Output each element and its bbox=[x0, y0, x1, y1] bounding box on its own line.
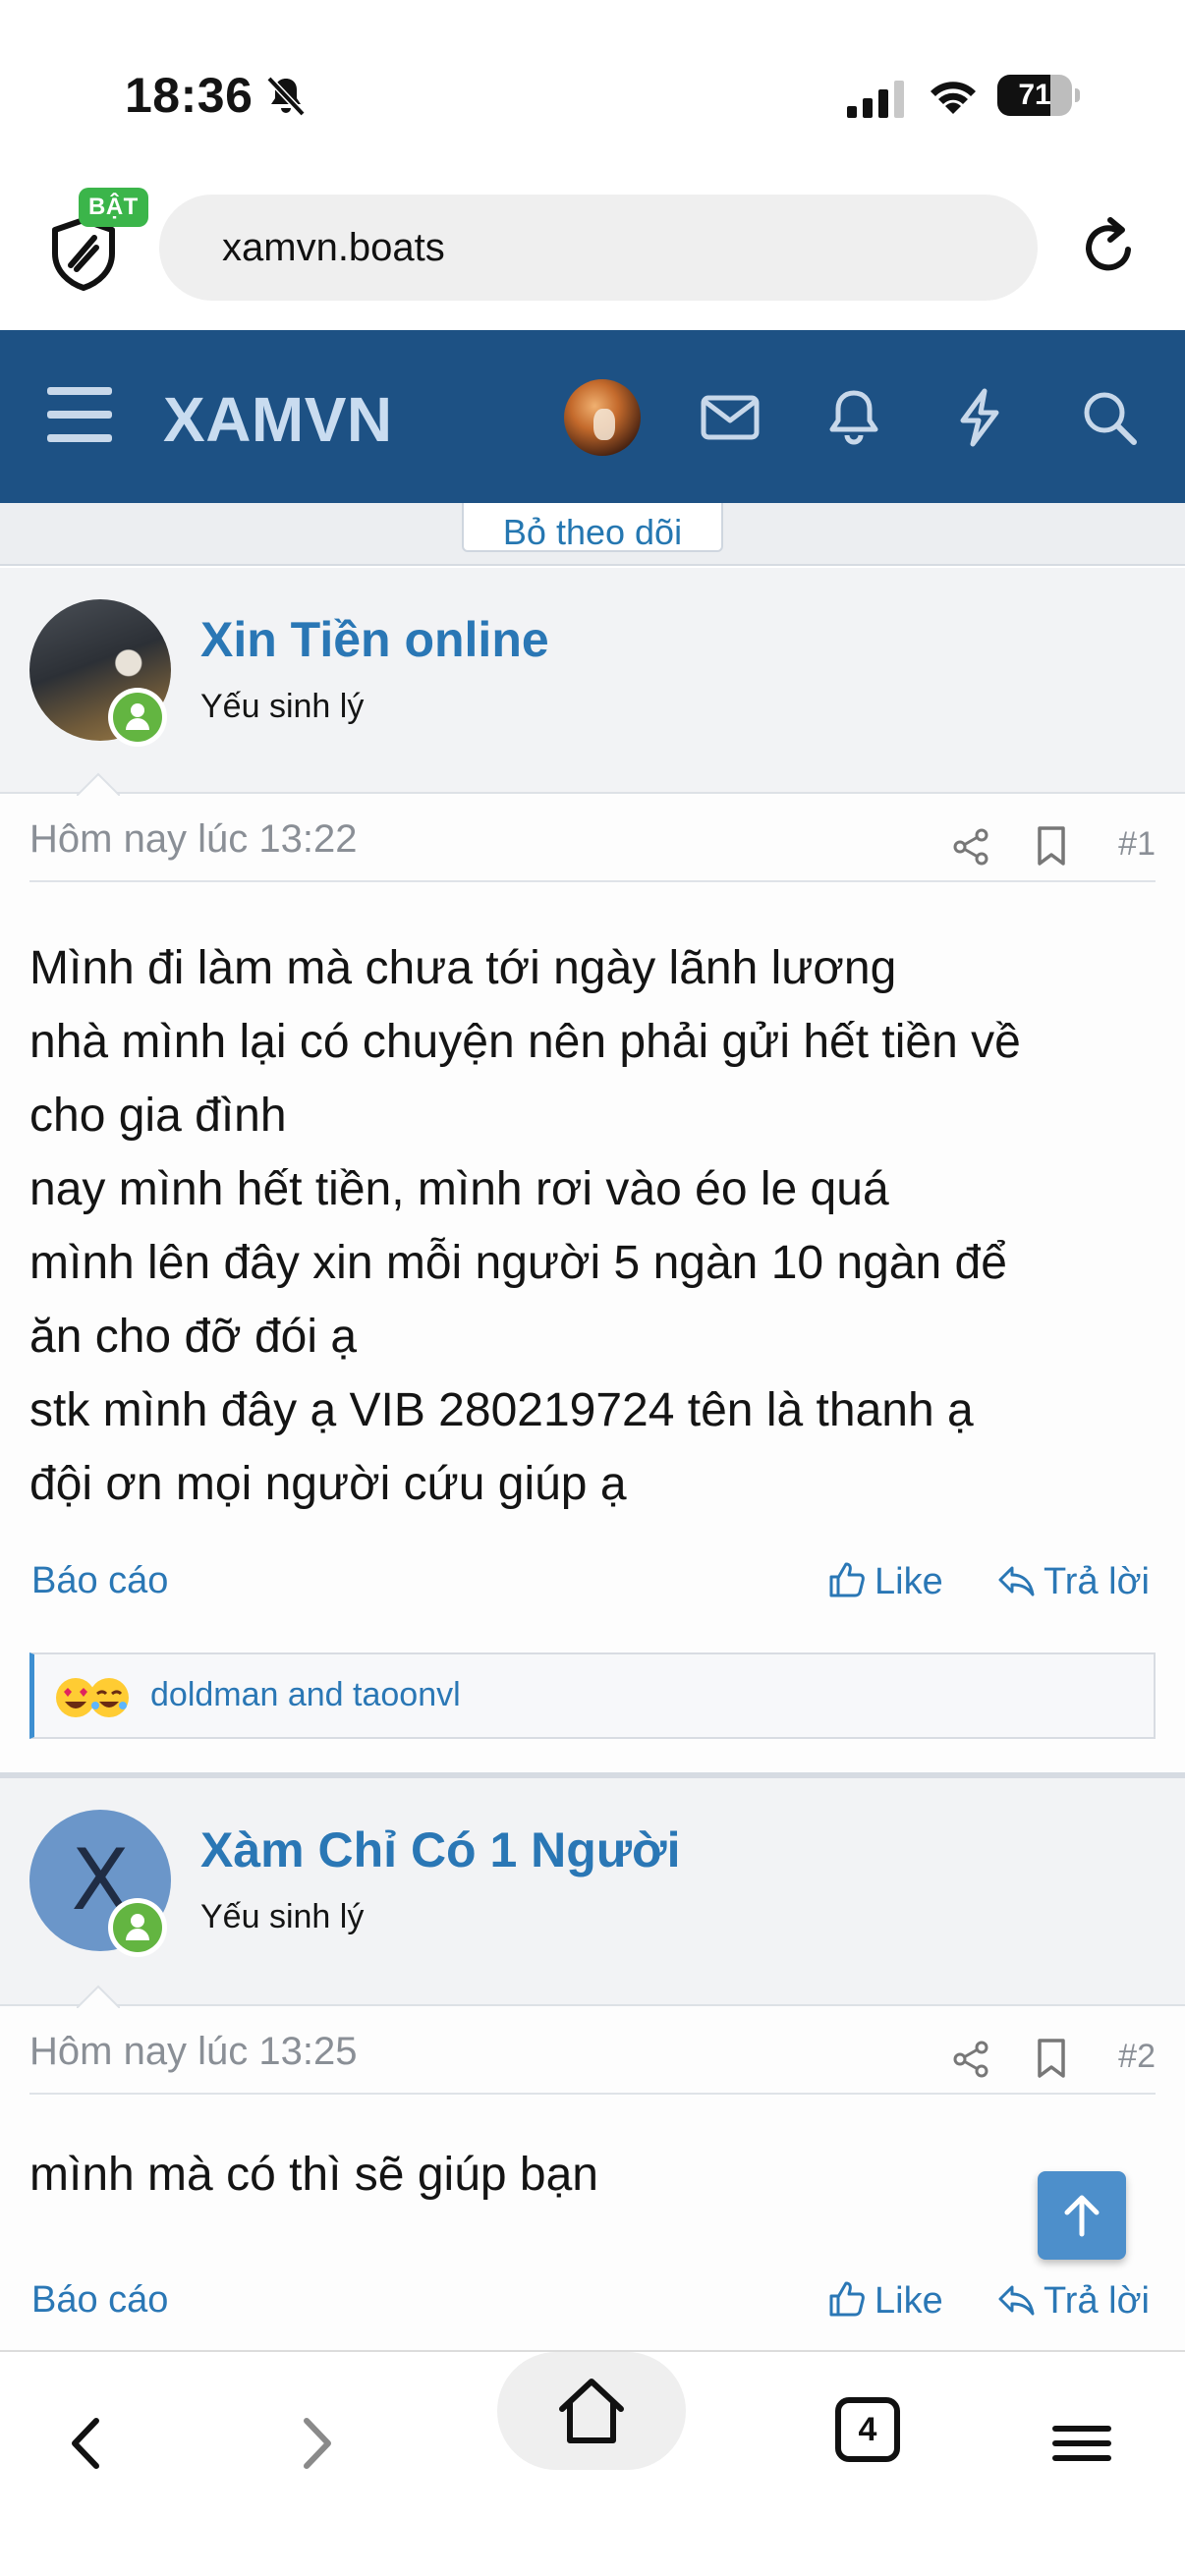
post-meta: Hôm nay lúc 13:25 #2 bbox=[29, 2006, 1156, 2095]
menu-icon[interactable] bbox=[47, 387, 112, 442]
arrow-up-icon bbox=[1064, 2195, 1100, 2237]
post-body-line: cho gia đình bbox=[29, 1090, 287, 1142]
post-body-line: mình mà có thì sẽ giúp bạn bbox=[29, 2149, 598, 2201]
post-pointer bbox=[77, 772, 120, 796]
home-button[interactable] bbox=[497, 2352, 686, 2470]
search-icon[interactable] bbox=[1075, 383, 1144, 452]
post-username[interactable]: Xàm Chỉ Có 1 Người bbox=[200, 1821, 680, 1878]
unfollow-area: Bỏ theo dõi bbox=[0, 503, 1185, 566]
shield-icon[interactable] bbox=[49, 216, 118, 291]
like-label: Like bbox=[875, 2280, 943, 2322]
post-body-line: mình lên đây xin mỗi người 5 ngàn 10 ngà… bbox=[29, 1237, 1007, 1289]
reply-icon bbox=[998, 1566, 1035, 1596]
bookmark-icon[interactable] bbox=[1034, 2038, 1069, 2079]
like-label: Like bbox=[875, 1561, 943, 1602]
tabs-button[interactable]: 4 bbox=[835, 2397, 900, 2462]
post-2: X Xàm Chỉ Có 1 Người Yếu sinh lý Hôm nay… bbox=[0, 1778, 1185, 2350]
post-body-line: ăn cho đỡ đói ạ bbox=[29, 1311, 358, 1363]
post-actions: Báo cáo Like Trả lời bbox=[29, 1560, 1156, 1619]
user-title: Yếu sinh lý bbox=[200, 1898, 365, 1935]
wifi-icon bbox=[931, 82, 976, 114]
site-logo[interactable]: XAMVN bbox=[163, 383, 393, 456]
reply-label: Trả lời bbox=[1044, 2280, 1150, 2322]
inbox-icon[interactable] bbox=[696, 383, 764, 452]
menu-lines-icon[interactable] bbox=[1047, 2409, 1116, 2478]
post-date[interactable]: Hôm nay lúc 13:25 bbox=[29, 2030, 358, 2074]
report-link[interactable]: Báo cáo bbox=[31, 1560, 168, 1602]
online-status-icon bbox=[108, 1898, 167, 1957]
post-body-line: stk mình đây ạ VIB 280219724 tên là than… bbox=[29, 1384, 974, 1436]
address-bar[interactable]: xamvn.boats bbox=[159, 195, 1038, 301]
status-bar: 18:36 71 bbox=[0, 0, 1185, 187]
post-body-line: nay mình hết tiền, mình rơi vào éo le qu… bbox=[29, 1163, 889, 1215]
post-number[interactable]: #2 bbox=[1118, 2038, 1156, 2076]
thread-content: Bỏ theo dõi Xin Tiền online Yếu sinh lý … bbox=[0, 503, 1185, 2350]
battery-icon: 71 bbox=[997, 75, 1080, 118]
reaction-users[interactable]: doldman and taoonvl bbox=[150, 1676, 461, 1714]
thumbs-up-icon bbox=[829, 2281, 865, 2317]
shield-status-badge: BẬT bbox=[79, 188, 148, 227]
home-icon bbox=[559, 2379, 624, 2443]
share-icon[interactable] bbox=[951, 2040, 990, 2079]
like-button[interactable]: Like bbox=[827, 2279, 943, 2338]
user-strip: Xin Tiền online Yếu sinh lý bbox=[0, 568, 1185, 796]
post-username[interactable]: Xin Tiền online bbox=[200, 611, 549, 668]
post-actions: Báo cáo Like Trả lời bbox=[29, 2279, 1156, 2338]
bell-muted-icon bbox=[266, 76, 306, 117]
share-icon[interactable] bbox=[951, 827, 990, 867]
post-body-line: đội ơn mọi người cứu giúp ạ bbox=[29, 1458, 627, 1510]
heart-eyes-laugh-emoji-icon bbox=[56, 1678, 129, 1717]
url-text: xamvn.boats bbox=[222, 226, 445, 269]
post-pointer bbox=[77, 1985, 120, 2008]
reply-label: Trả lời bbox=[1044, 1561, 1150, 1602]
lightning-icon[interactable] bbox=[945, 383, 1014, 452]
forward-icon[interactable] bbox=[281, 2409, 350, 2478]
report-link[interactable]: Báo cáo bbox=[31, 2279, 168, 2322]
scroll-to-top-button[interactable] bbox=[1038, 2171, 1126, 2260]
online-status-icon bbox=[108, 688, 167, 747]
user-title: Yếu sinh lý bbox=[200, 688, 365, 725]
back-icon[interactable] bbox=[53, 2409, 122, 2478]
site-header: XAMVN bbox=[0, 330, 1185, 503]
account-avatar[interactable] bbox=[564, 379, 641, 456]
post-body: mình mà có thì sẽ giúp bạn bbox=[29, 2138, 1159, 2212]
bell-icon[interactable] bbox=[819, 383, 888, 452]
reply-button[interactable]: Trả lời bbox=[996, 2279, 1150, 2338]
like-button[interactable]: Like bbox=[827, 1560, 943, 1619]
reactions-bar[interactable]: doldman and taoonvl bbox=[29, 1652, 1156, 1739]
unfollow-button[interactable]: Bỏ theo dõi bbox=[462, 503, 723, 552]
post-date[interactable]: Hôm nay lúc 13:22 bbox=[29, 817, 358, 862]
post-number[interactable]: #1 bbox=[1118, 825, 1156, 864]
battery-percent: 71 bbox=[1018, 79, 1051, 111]
post-1: Xin Tiền online Yếu sinh lý Hôm nay lúc … bbox=[0, 568, 1185, 1784]
post-body: Mình đi làm mà chưa tới ngày lãnh lương … bbox=[29, 931, 1159, 1521]
cell-signal-icon bbox=[847, 81, 904, 118]
user-strip: X Xàm Chỉ Có 1 Người Yếu sinh lý bbox=[0, 1778, 1185, 2008]
status-time: 18:36 bbox=[125, 68, 254, 123]
post-body-line: Mình đi làm mà chưa tới ngày lãnh lương bbox=[29, 942, 897, 994]
post-meta: Hôm nay lúc 13:22 #1 bbox=[29, 794, 1156, 882]
post-body-line: nhà mình lại có chuyện nên phải gửi hết … bbox=[29, 1016, 1021, 1068]
reply-button[interactable]: Trả lời bbox=[996, 1560, 1150, 1619]
bookmark-icon[interactable] bbox=[1034, 825, 1069, 867]
reply-icon bbox=[998, 2285, 1035, 2316]
thumbs-up-icon bbox=[829, 1562, 865, 1597]
reload-icon[interactable] bbox=[1077, 216, 1140, 279]
